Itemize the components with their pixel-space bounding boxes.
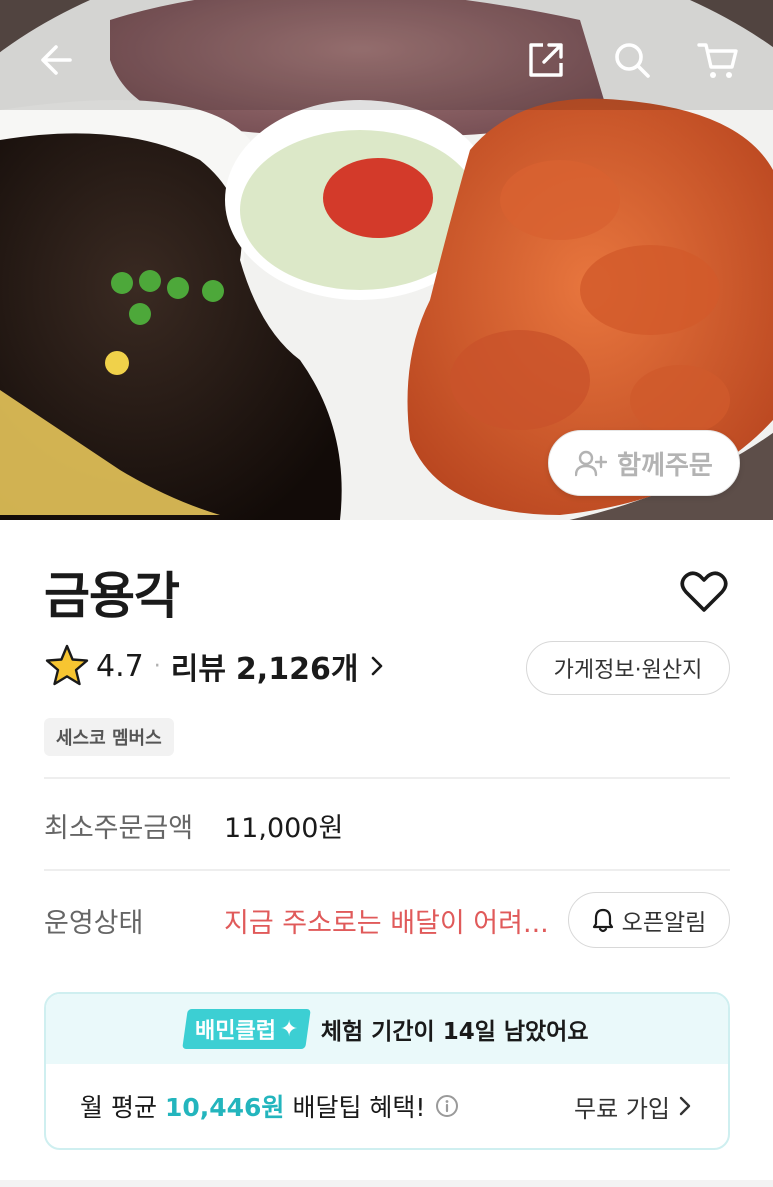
chevron-right-icon [372, 656, 383, 676]
store-hero-image: 함께주문 [0, 0, 773, 520]
divider [44, 777, 730, 779]
club-trial-banner: 배민클럽 ✦ 체험 기간이 14일 남았어요 [46, 994, 728, 1064]
share-button[interactable] [518, 32, 574, 88]
info-icon[interactable] [435, 1094, 459, 1118]
search-button[interactable] [604, 32, 660, 88]
bell-icon [592, 908, 613, 933]
back-button[interactable] [28, 32, 84, 88]
benefit-suffix: 배달팁 혜택! [292, 1093, 426, 1122]
benefit-amount: 10,446원 [164, 1093, 285, 1122]
benefit-prefix: 월 평균 [80, 1093, 157, 1122]
club-chip-label: 배민클럽 [195, 1019, 277, 1044]
divider [44, 869, 730, 871]
club-chip: 배민클럽 ✦ [182, 1009, 312, 1049]
search-icon [615, 43, 650, 78]
store-name: 금용각 [44, 567, 180, 625]
share-icon [529, 43, 563, 77]
min-order-label: 최소주문금액 [44, 813, 194, 844]
cesco-badge: 세스코 멤버스 [44, 718, 174, 756]
top-app-bar [0, 0, 773, 120]
arrow-left-icon [41, 45, 72, 75]
together-order-label: 함께주문 [617, 450, 713, 481]
club-benefit-row: 월 평균 10,446원 배달팁 혜택! 무료 가입 [46, 1064, 728, 1148]
review-link[interactable]: 리뷰 2,126개 [171, 644, 385, 688]
add-person-icon [575, 450, 608, 477]
heart-icon [680, 571, 728, 612]
rating-row: 4.7 · 리뷰 2,126개 [44, 642, 384, 690]
star-icon [45, 644, 89, 686]
open-alert-label: 오픈알림 [621, 910, 707, 936]
club-benefit: 월 평균 10,446원 배달팁 혜택! [80, 1088, 459, 1124]
store-info-button[interactable]: 가게정보·원산지 [526, 641, 730, 695]
cart-button[interactable] [690, 32, 746, 88]
together-order-button[interactable]: 함께주문 [548, 430, 740, 496]
cart-icon [697, 43, 738, 78]
club-trial-message: 체험 기간이 14일 남았어요 [320, 1019, 589, 1045]
review-label: 리뷰 [170, 652, 226, 687]
club-join-button[interactable]: 무료 가입 [574, 1089, 692, 1124]
review-count: 2,126개 [235, 652, 359, 687]
favorite-button[interactable] [680, 570, 728, 614]
club-join-label: 무료 가입 [574, 1094, 670, 1123]
open-alert-button[interactable]: 오픈알림 [568, 892, 730, 948]
status-label: 운영상태 [44, 908, 144, 939]
separator: · [153, 653, 161, 679]
section-divider [0, 1180, 773, 1187]
chevron-right-icon [679, 1096, 691, 1116]
rating-value: 4.7 [96, 648, 144, 684]
min-order-value: 11,000원 [224, 813, 344, 844]
baemin-club-card[interactable]: 배민클럽 ✦ 체험 기간이 14일 남았어요 월 평균 10,446원 배달팁 … [44, 992, 730, 1150]
sparkle-icon: ✦ [280, 1016, 299, 1042]
status-value: 지금 주소로는 배달이 어려... [224, 908, 549, 939]
